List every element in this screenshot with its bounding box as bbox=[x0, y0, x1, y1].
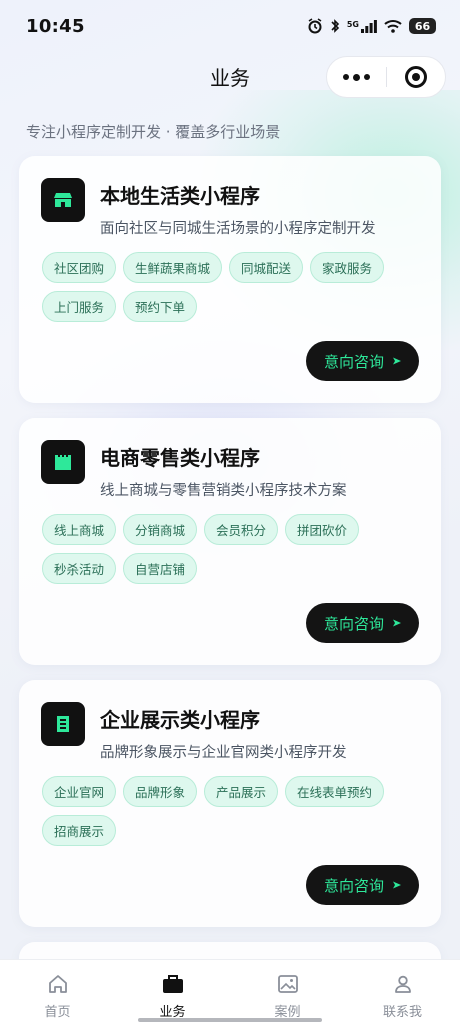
battery-icon: 66 bbox=[409, 18, 436, 34]
tag: 线上商城 bbox=[42, 514, 117, 545]
alarm-icon bbox=[308, 18, 322, 34]
bottom-tab-bar: 首页 业务 案例 联系我 bbox=[0, 959, 460, 1024]
card-title: 本地生活类小程序 bbox=[100, 184, 260, 208]
send-arrow-icon bbox=[393, 357, 401, 365]
status-icons: 5G 66 bbox=[307, 18, 436, 34]
tag: 拼团砍价 bbox=[285, 514, 360, 545]
title-bar: 业务 bbox=[0, 52, 460, 102]
target-icon bbox=[404, 66, 427, 88]
page-subtitle: 专注小程序定制开发 · 覆盖多行业场景 bbox=[26, 123, 281, 141]
tab-contact[interactable]: 联系我 bbox=[345, 960, 460, 1024]
consult-button-label: 意向咨询 bbox=[323, 876, 384, 895]
tag-list: 线上商城 分销商城 会员积分 拼团砍价 秒杀活动 自营店铺 bbox=[42, 514, 412, 584]
card-title: 企业展示类小程序 bbox=[100, 708, 260, 732]
service-card-ecommerce[interactable]: 电商零售类小程序 线上商城与零售营销类小程序技术方案 线上商城 分销商城 会员积… bbox=[19, 418, 441, 665]
status-time: 10:45 bbox=[26, 15, 85, 37]
consult-button[interactable]: 意向咨询 bbox=[306, 341, 419, 381]
tag: 会员积分 bbox=[204, 514, 279, 545]
tag: 家政服务 bbox=[310, 252, 385, 283]
tag: 招商展示 bbox=[42, 815, 117, 846]
tag: 自营店铺 bbox=[123, 553, 198, 584]
send-arrow-icon bbox=[393, 619, 401, 627]
home-indicator[interactable] bbox=[138, 1018, 322, 1022]
consult-button-label: 意向咨询 bbox=[323, 614, 384, 633]
tag-list: 社区团购 生鲜蔬果商城 同城配送 家政服务 上门服务 预约下单 bbox=[42, 252, 412, 322]
tag: 生鲜蔬果商城 bbox=[123, 252, 223, 283]
mini-program-capsule bbox=[326, 56, 446, 98]
status-bar: 10:45 5G 66 bbox=[0, 0, 460, 52]
tag: 产品展示 bbox=[204, 776, 279, 807]
tag: 企业官网 bbox=[42, 776, 117, 807]
tag: 在线表单预约 bbox=[285, 776, 385, 807]
store-icon bbox=[41, 440, 85, 484]
wifi-icon bbox=[384, 20, 402, 33]
briefcase-icon bbox=[162, 972, 184, 996]
tab-home[interactable]: 首页 bbox=[0, 960, 115, 1024]
tag: 预约下单 bbox=[123, 291, 198, 322]
service-card-local-life[interactable]: 本地生活类小程序 面向社区与同城生活场景的小程序定制开发 社区团购 生鲜蔬果商城… bbox=[19, 156, 441, 403]
tab-label: 联系我 bbox=[382, 1005, 422, 1020]
consult-button-label: 意向咨询 bbox=[323, 352, 384, 371]
card-description: 面向社区与同城生活场景的小程序定制开发 bbox=[100, 221, 376, 237]
home-icon bbox=[48, 972, 68, 996]
close-mini-program-button[interactable] bbox=[387, 57, 446, 97]
consult-button[interactable]: 意向咨询 bbox=[306, 603, 419, 643]
bluetooth-icon bbox=[331, 19, 339, 33]
tag-list: 企业官网 品牌形象 产品展示 在线表单预约 招商展示 bbox=[42, 776, 412, 846]
tab-label: 首页 bbox=[44, 1005, 71, 1020]
more-dots-icon bbox=[342, 73, 370, 81]
service-card-enterprise[interactable]: 企业展示类小程序 品牌形象展示与企业官网类小程序开发 企业官网 品牌形象 产品展… bbox=[19, 680, 441, 927]
consult-button[interactable]: 意向咨询 bbox=[306, 865, 419, 905]
more-button[interactable] bbox=[327, 57, 386, 97]
tag: 分销商城 bbox=[123, 514, 198, 545]
tag: 秒杀活动 bbox=[42, 553, 117, 584]
card-description: 品牌形象展示与企业官网类小程序开发 bbox=[100, 745, 347, 761]
shop-icon bbox=[41, 178, 85, 222]
signal-icon bbox=[361, 20, 377, 33]
person-icon bbox=[393, 972, 413, 996]
send-arrow-icon bbox=[393, 881, 401, 889]
tag: 品牌形象 bbox=[123, 776, 198, 807]
card-title: 电商零售类小程序 bbox=[100, 446, 260, 470]
tab-business[interactable]: 业务 bbox=[115, 960, 230, 1024]
tag: 上门服务 bbox=[42, 291, 117, 322]
tab-cases[interactable]: 案例 bbox=[230, 960, 345, 1024]
tag: 同城配送 bbox=[229, 252, 304, 283]
network-label: 5G bbox=[346, 20, 359, 29]
gallery-icon bbox=[277, 972, 299, 996]
tag: 社区团购 bbox=[42, 252, 117, 283]
card-description: 线上商城与零售营销类小程序技术方案 bbox=[100, 483, 347, 499]
document-icon bbox=[41, 702, 85, 746]
